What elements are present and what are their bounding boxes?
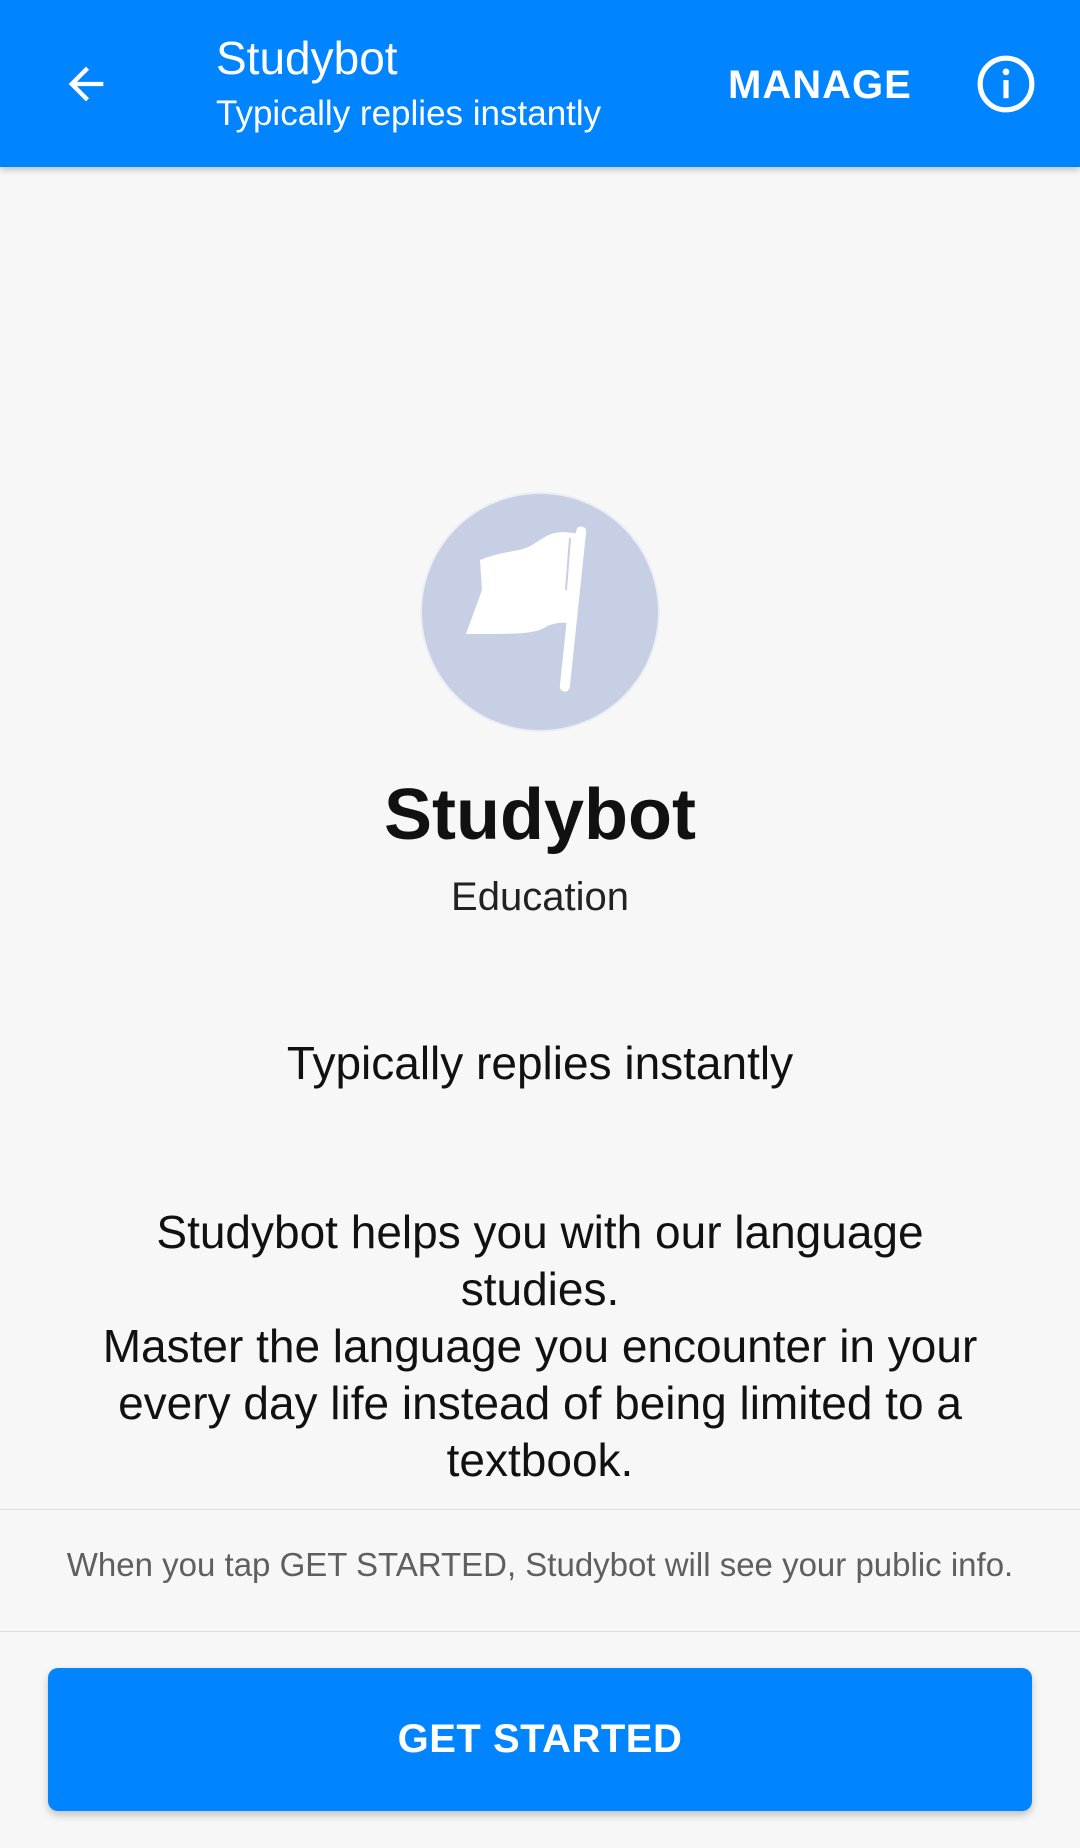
description-text: Studybot helps you with our language stu… — [102, 1206, 978, 1486]
header-subtitle: Typically replies instantly — [216, 94, 602, 133]
privacy-notice: When you tap GET STARTED, Studybot will … — [66, 1546, 1014, 1583]
get-started-button[interactable]: GET STARTED — [48, 1668, 1032, 1811]
divider — [0, 1509, 1080, 1510]
header-title: Studybot — [216, 32, 398, 84]
bot-description: Studybot helps you with our language stu… — [0, 1204, 1080, 1489]
bot-avatar — [422, 494, 658, 730]
manage-button[interactable]: MANAGE — [728, 52, 912, 118]
response-time: Typically replies instantly — [286, 1037, 794, 1089]
arrow-left-icon — [68, 66, 104, 102]
info-button[interactable] — [972, 50, 1040, 118]
info-circle-icon — [977, 55, 1035, 113]
flag-icon — [466, 526, 587, 692]
conversation-header[interactable]: Studybot Typically replies instantly — [216, 30, 601, 136]
app-bar: Studybot Typically replies instantly MAN… — [0, 0, 1080, 167]
back-button[interactable] — [48, 46, 124, 122]
bot-name: Studybot — [384, 775, 696, 855]
divider — [0, 1631, 1080, 1632]
bot-category: Education — [451, 875, 629, 919]
